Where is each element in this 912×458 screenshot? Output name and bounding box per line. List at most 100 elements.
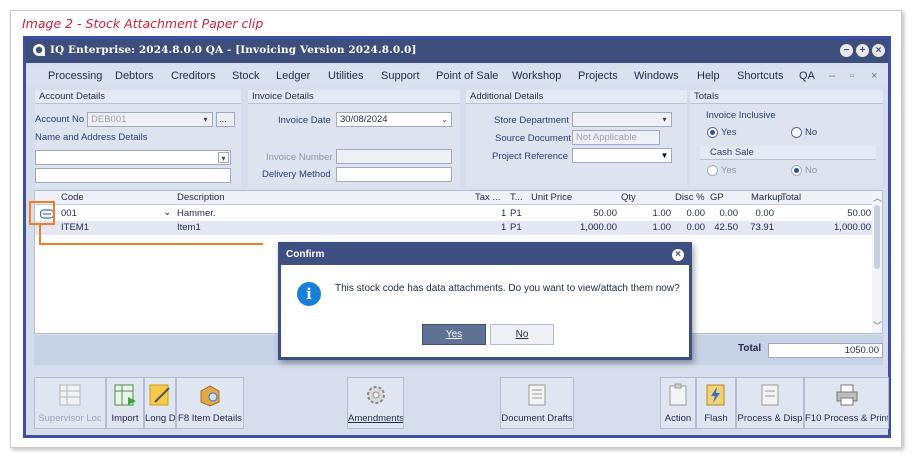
name-address-select[interactable]: ▾ bbox=[35, 150, 231, 165]
document-drafts-button[interactable]: Document Drafts bbox=[500, 377, 574, 429]
dialog-no-button[interactable]: No bbox=[490, 324, 554, 345]
menu-windows[interactable]: Windows bbox=[634, 70, 679, 82]
inclusive-no-radio[interactable] bbox=[791, 127, 802, 138]
flash-button[interactable]: Flash bbox=[696, 377, 736, 429]
supervisor-lock-button[interactable]: Supervisor Loc bbox=[34, 377, 106, 429]
row1-markup: 0.00 bbox=[755, 208, 775, 219]
row1-code: 001 bbox=[61, 208, 77, 219]
source-document-field: Not Applicable bbox=[572, 130, 660, 145]
scroll-down-icon[interactable]: ﹀ bbox=[873, 319, 882, 332]
package-search-icon bbox=[200, 385, 220, 407]
cash-sale-yes-radio[interactable] bbox=[707, 165, 718, 176]
row2-markup: 73.91 bbox=[750, 222, 774, 233]
annotation-connector-horizontal bbox=[39, 243, 263, 245]
dialog-title-bar[interactable]: Confirm × bbox=[281, 245, 689, 265]
menu-support[interactable]: Support bbox=[381, 70, 420, 82]
row2-total: 1,000.00 bbox=[834, 222, 871, 233]
chevron-down-icon: ▾ bbox=[218, 152, 229, 163]
menu-processing[interactable]: Processing bbox=[48, 70, 102, 82]
table-row[interactable]: ITEM1 Item1 1 P1 1,000.00 1.00 0.00 42.5… bbox=[35, 221, 875, 235]
address-field[interactable] bbox=[35, 168, 231, 183]
long-description-label: Long De bbox=[145, 413, 175, 424]
inclusive-yes-label: Yes bbox=[721, 127, 737, 138]
chevron-down-icon: ▼ bbox=[660, 151, 669, 160]
document-process-icon bbox=[761, 384, 779, 406]
row2-qty: 1.00 bbox=[652, 222, 672, 233]
account-lookup-button[interactable]: ... bbox=[216, 112, 235, 127]
close-window-button[interactable]: × bbox=[872, 44, 885, 57]
menu-point-of-sale[interactable]: Point of Sale bbox=[436, 70, 498, 82]
maximize-window-button[interactable]: + bbox=[856, 44, 869, 57]
col-tax[interactable]: Tax ... bbox=[475, 192, 500, 203]
cash-sale-header: Cash Sale bbox=[700, 146, 876, 160]
minimize-window-button[interactable]: − bbox=[840, 44, 853, 57]
process-display-button[interactable]: Process & Disp bbox=[736, 377, 804, 429]
import-button[interactable]: Import bbox=[106, 377, 144, 429]
menu-ledger[interactable]: Ledger bbox=[276, 70, 310, 82]
col-gp[interactable]: GP bbox=[710, 192, 724, 203]
menu-projects[interactable]: Projects bbox=[578, 70, 618, 82]
pencil-note-icon bbox=[149, 384, 170, 406]
gear-icon bbox=[366, 386, 385, 404]
grid-scrollbar[interactable]: ︿ ﹀ bbox=[872, 191, 882, 333]
store-department-select[interactable]: ▾ bbox=[572, 112, 672, 127]
col-code[interactable]: Code bbox=[61, 192, 84, 203]
delivery-method-field[interactable] bbox=[336, 167, 452, 182]
long-description-button[interactable]: Long De bbox=[144, 377, 176, 429]
source-document-label: Source Document bbox=[495, 133, 572, 144]
inclusive-yes-radio[interactable] bbox=[707, 127, 718, 138]
menu-shortcuts[interactable]: Shortcuts bbox=[737, 70, 783, 82]
col-total[interactable]: Total bbox=[781, 192, 801, 203]
cash-sale-no-radio[interactable] bbox=[791, 165, 802, 176]
row2-disc: 0.00 bbox=[686, 222, 706, 233]
col-unit-price[interactable]: Unit Price bbox=[531, 192, 572, 203]
mdi-minimize-icon[interactable]: – bbox=[829, 70, 835, 82]
row2-code: ITEM1 bbox=[61, 222, 89, 233]
row1-gp: 0.00 bbox=[719, 208, 739, 219]
table-row[interactable]: 001 ⌄ Hammer. 1 P1 50.00 1.00 0.00 0.00 … bbox=[35, 207, 875, 221]
scroll-up-icon[interactable]: ︿ bbox=[873, 191, 882, 204]
col-disc[interactable]: Disc % bbox=[675, 192, 705, 203]
row2-description: Item1 bbox=[177, 222, 201, 233]
dialog-yes-button[interactable]: Yes bbox=[422, 324, 486, 345]
account-details-header: Account Details bbox=[35, 90, 241, 104]
menu-debtors[interactable]: Debtors bbox=[115, 70, 154, 82]
row1-qty: 1.00 bbox=[652, 208, 672, 219]
additional-details-header: Additional Details bbox=[466, 90, 687, 104]
mdi-restore-icon[interactable]: ▫ bbox=[850, 70, 854, 82]
row1-t: P1 bbox=[510, 208, 522, 219]
title-bar[interactable]: IQ Enterprise: 2024.8.0.0 QA - [Invoicin… bbox=[26, 39, 888, 63]
menu-help[interactable]: Help bbox=[697, 70, 720, 82]
project-reference-label: Project Reference bbox=[492, 151, 569, 162]
project-reference-select[interactable]: ▼ bbox=[572, 148, 672, 163]
process-print-button[interactable]: F10 Process & Print bbox=[804, 377, 889, 429]
row1-unit-price: 50.00 bbox=[593, 208, 617, 219]
process-print-label: F10 Process & Print bbox=[805, 413, 888, 424]
col-description[interactable]: Description bbox=[177, 192, 225, 203]
col-qty[interactable]: Qty bbox=[621, 192, 636, 203]
col-markup[interactable]: Markup bbox=[751, 192, 783, 203]
menu-creditors[interactable]: Creditors bbox=[171, 70, 216, 82]
scrollbar-thumb[interactable] bbox=[874, 205, 880, 269]
col-t[interactable]: T... bbox=[510, 192, 523, 203]
row1-description: Hammer. bbox=[177, 208, 216, 219]
invoice-date-value: 30/08/2024 bbox=[340, 114, 388, 125]
invoice-date-field[interactable]: 30/08/2024 ⌄ bbox=[336, 112, 452, 127]
chevron-down-icon[interactable]: ⌄ bbox=[163, 207, 171, 218]
item-details-button[interactable]: F8 Item Details bbox=[176, 377, 244, 429]
cash-sale-yes-label: Yes bbox=[721, 165, 737, 176]
account-no-field[interactable]: DEB001 ▾ bbox=[87, 112, 213, 127]
menu-qa[interactable]: QA bbox=[799, 70, 815, 82]
row1-disc: 0.00 bbox=[686, 208, 706, 219]
dialog-close-icon[interactable]: × bbox=[672, 249, 684, 261]
mdi-close-icon[interactable]: × bbox=[871, 70, 877, 82]
menu-utilities[interactable]: Utilities bbox=[328, 70, 363, 82]
menu-stock[interactable]: Stock bbox=[232, 70, 260, 82]
amendments-button[interactable]: Amendments bbox=[347, 377, 404, 429]
grid-header: Code Description Tax ... T... Unit Price… bbox=[35, 191, 882, 205]
invoice-inclusive-label: Invoice Inclusive bbox=[706, 110, 776, 121]
menu-workshop[interactable]: Workshop bbox=[512, 70, 561, 82]
action-button[interactable]: Action bbox=[660, 377, 696, 429]
account-no-value: DEB001 bbox=[91, 114, 127, 125]
cash-sale-no-label: No bbox=[805, 165, 818, 176]
